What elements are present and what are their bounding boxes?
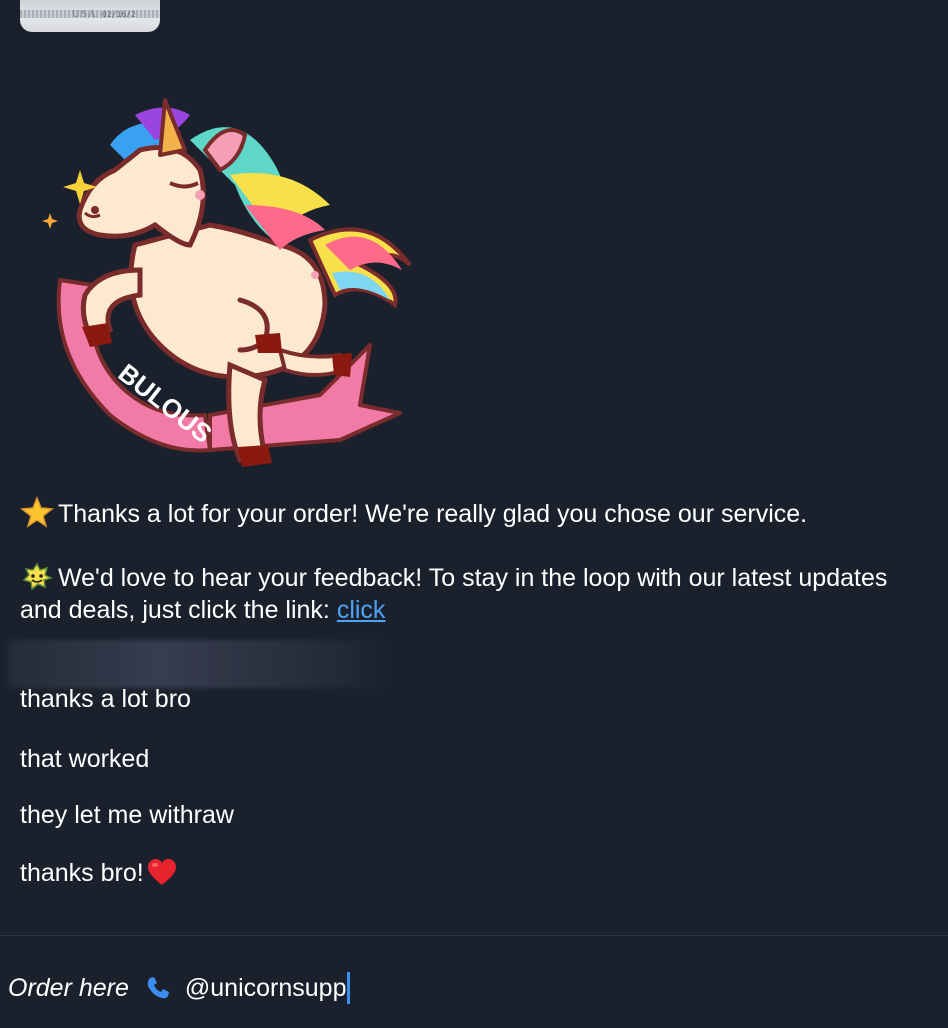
order-thanks-message: Thanks a lot for your order! We're reall…	[20, 496, 930, 530]
blurred-sender-name	[8, 640, 386, 688]
feedback-text: We'd love to hear your feedback! To stay…	[20, 564, 888, 624]
composer-divider	[0, 935, 948, 936]
phone-icon	[147, 977, 169, 999]
text-caret	[347, 972, 351, 1004]
reply-text: thanks bro!	[20, 859, 144, 887]
feedback-link[interactable]: click	[337, 596, 386, 624]
star-emoji-icon	[20, 496, 54, 528]
reply-message: that worked	[20, 745, 150, 773]
red-heart-icon	[147, 859, 176, 885]
order-here-label: Order here	[8, 973, 129, 1002]
order-thanks-text: Thanks a lot for your order! We're reall…	[58, 500, 808, 528]
reply-message: they let me withraw	[20, 801, 234, 829]
attachment-thumbnail[interactable]: USA 02/16/2	[20, 0, 160, 32]
thumbnail-date-text: 02/16/2	[102, 10, 136, 19]
thumbnail-usa-text: USA	[72, 8, 98, 20]
flower-face-emoji-icon	[22, 562, 54, 591]
reply-message: thanks a lot bro	[20, 685, 191, 713]
message-composer[interactable]: Order here @unicornsupp	[8, 968, 351, 1008]
composer-input-text[interactable]: @unicornsupp	[185, 974, 347, 1003]
unicorn-sticker[interactable]: BULOUS	[40, 95, 420, 480]
reply-message-with-heart: thanks bro!	[20, 857, 178, 889]
feedback-message: We'd love to hear your feedback! To stay…	[20, 560, 930, 626]
